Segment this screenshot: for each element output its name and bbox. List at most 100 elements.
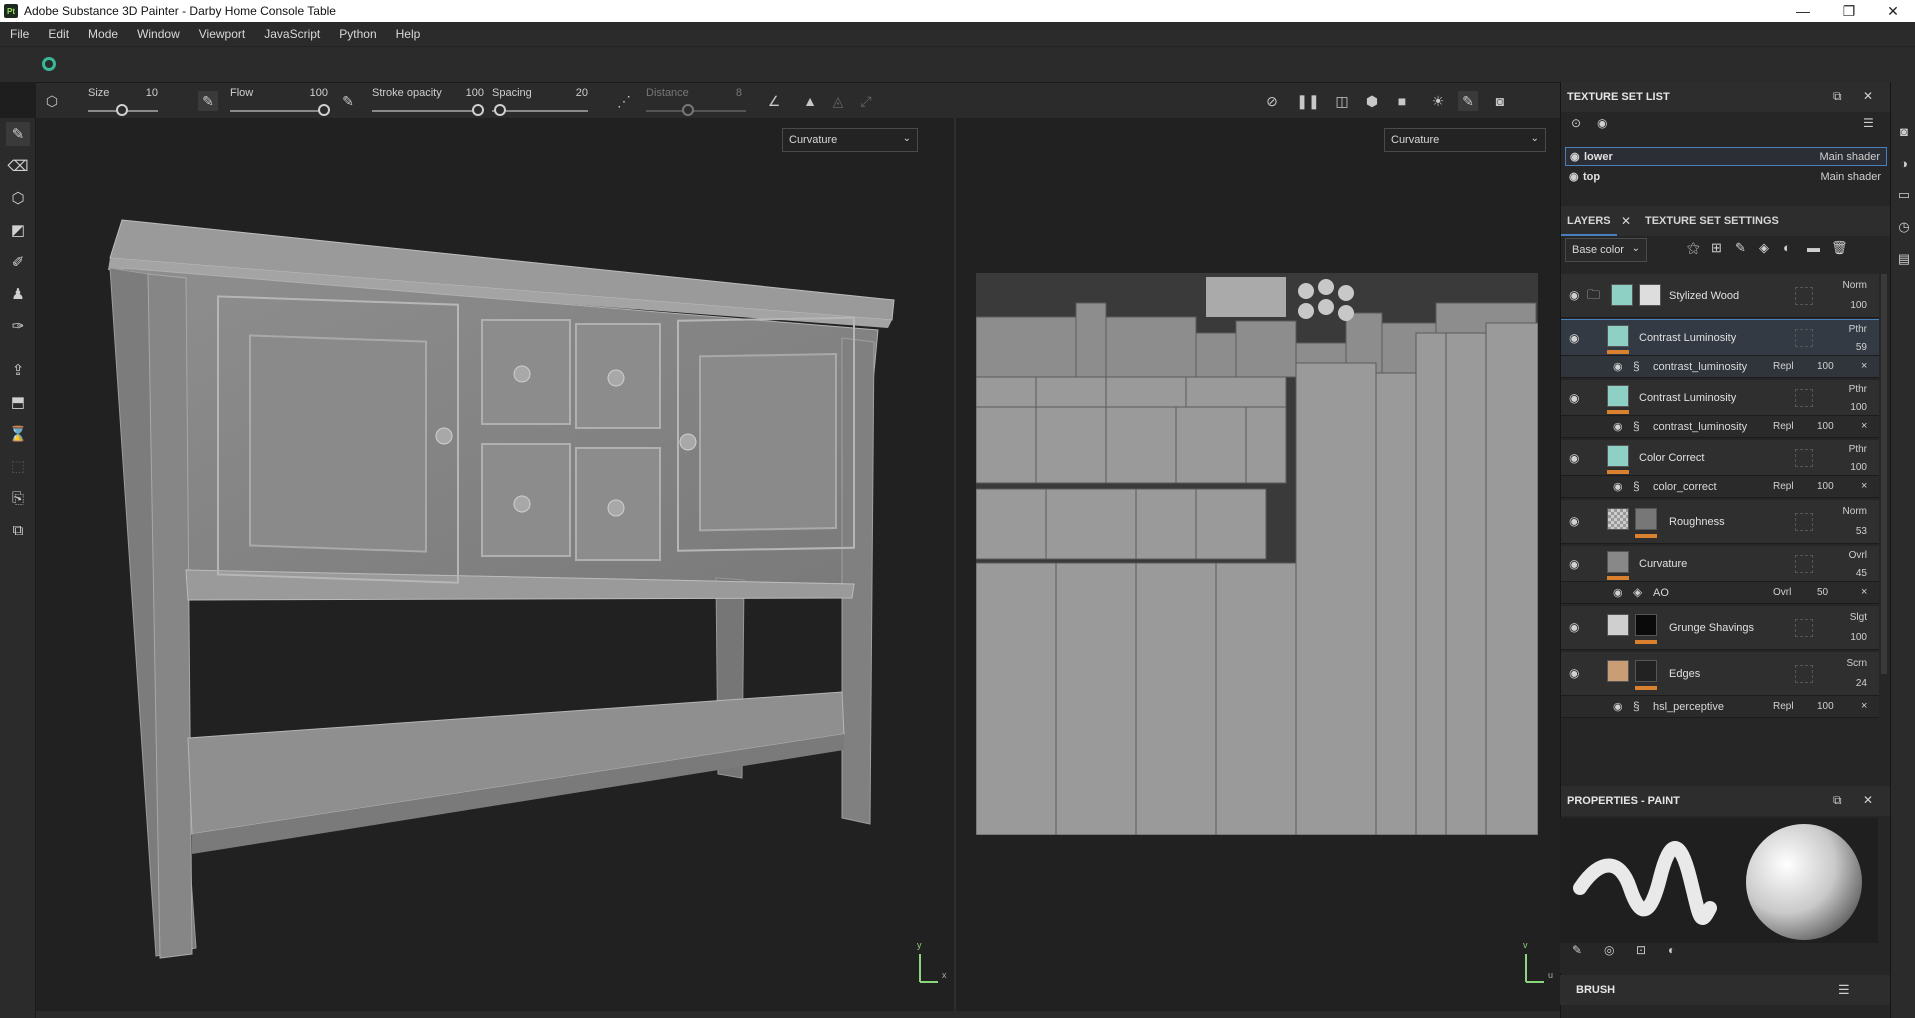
remove-effect-icon[interactable]: × xyxy=(1861,586,1867,598)
remove-effect-icon[interactable]: × xyxy=(1861,480,1867,492)
layer-blend[interactable]: Pthr xyxy=(1849,444,1867,455)
stroke-pen-icon[interactable]: ✎ xyxy=(338,91,358,111)
layer-blend[interactable]: Ovrl xyxy=(1849,550,1867,561)
add-folder-icon[interactable]: ▬ xyxy=(1807,240,1820,255)
flow-value[interactable]: 100 xyxy=(298,87,328,99)
layer-name[interactable]: Stylized Wood xyxy=(1669,290,1739,302)
tab-texture-set-settings[interactable]: TEXTURE SET SETTINGS xyxy=(1639,206,1785,236)
alpha-icon[interactable]: ◎ xyxy=(1604,943,1614,957)
layer-blend[interactable]: Scrn xyxy=(1846,658,1867,669)
eye-icon[interactable]: ◉ xyxy=(1569,620,1579,634)
measure-icon[interactable]: ⌛ xyxy=(6,422,30,446)
flow-slider[interactable] xyxy=(230,110,322,112)
effect-opacity[interactable]: 100 xyxy=(1817,361,1834,372)
layer-mask-slot[interactable] xyxy=(1795,287,1813,305)
visibility-icon[interactable]: ◉ xyxy=(1597,116,1607,130)
eye-icon[interactable]: ◉ xyxy=(1569,331,1579,345)
texture-set-shader[interactable]: Main shader xyxy=(1819,151,1880,163)
layer-name[interactable]: Grunge Shavings xyxy=(1669,622,1754,634)
library-icon[interactable]: ⧉ xyxy=(6,518,30,542)
effect-opacity[interactable]: 100 xyxy=(1817,481,1834,492)
pen-pressure-icon[interactable]: ✎ xyxy=(198,91,218,111)
brush-section-header[interactable]: BRUSH ☰ xyxy=(1560,975,1890,1005)
eye-icon[interactable]: ◉ xyxy=(1613,700,1623,713)
link-icon[interactable]: ⊙ xyxy=(1571,116,1581,130)
projection-icon[interactable]: ⬡ xyxy=(6,186,30,210)
layer-name[interactable]: Color Correct xyxy=(1639,452,1704,464)
eye-icon[interactable]: ◉ xyxy=(1569,170,1579,183)
lazy-mouse-icon[interactable]: ⋰ xyxy=(614,91,634,111)
layer-name[interactable]: Roughness xyxy=(1669,516,1725,528)
minimize-button[interactable]: — xyxy=(1780,0,1826,22)
float-panel-icon[interactable]: ⧉ xyxy=(1833,89,1842,104)
texture-set-icon[interactable]: ▭ xyxy=(1895,186,1913,204)
layer-name[interactable]: Contrast Luminosity xyxy=(1639,392,1736,404)
effect-opacity[interactable]: 100 xyxy=(1817,421,1834,432)
eye-icon[interactable]: ◉ xyxy=(1613,480,1623,493)
smudge-icon[interactable]: ✐ xyxy=(6,250,30,274)
stroke-opacity-slider[interactable] xyxy=(372,110,482,112)
layer-mask-slot[interactable] xyxy=(1795,389,1813,407)
effect-contrast-luminosity-2[interactable]: ◉ § contrast_luminosity Repl 100 × xyxy=(1561,416,1879,438)
layer-name[interactable]: Contrast Luminosity xyxy=(1639,332,1736,344)
spacing-value[interactable]: 20 xyxy=(558,87,588,99)
pause-icon[interactable]: ❚❚ xyxy=(1296,91,1319,111)
layer-grunge-shavings[interactable]: ◉ Grunge Shavings Slgt 100 xyxy=(1561,606,1879,650)
layer-opacity[interactable]: 45 xyxy=(1856,568,1867,579)
menu-file[interactable]: File xyxy=(10,27,29,41)
layer-curvature[interactable]: ◉ Curvature Ovrl 45 xyxy=(1561,546,1879,582)
paint-mode-icon[interactable]: ✎ xyxy=(1458,91,1478,111)
menu-lines-icon[interactable]: ☰ xyxy=(1863,116,1874,130)
layer-blend[interactable]: Slgt xyxy=(1850,612,1867,623)
stroke-opacity-slider-knob[interactable] xyxy=(472,104,484,116)
bake-icon[interactable]: ⇪ xyxy=(6,358,30,382)
layer-channel-dropdown[interactable]: Base color ⌄ xyxy=(1565,238,1647,262)
layer-name[interactable]: Curvature xyxy=(1639,558,1687,570)
menu-edit[interactable]: Edit xyxy=(48,27,69,41)
menu-window[interactable]: Window xyxy=(137,27,180,41)
effect-blend[interactable]: Repl xyxy=(1773,361,1794,372)
menu-javascript[interactable]: JavaScript xyxy=(264,27,320,41)
layer-opacity[interactable]: 53 xyxy=(1856,526,1867,537)
menu-viewport[interactable]: Viewport xyxy=(199,27,245,41)
maximize-button[interactable]: ❐ xyxy=(1826,0,1872,22)
texture-set-shader[interactable]: Main shader xyxy=(1820,171,1881,183)
remove-effect-icon[interactable]: × xyxy=(1861,420,1867,432)
eye-icon[interactable]: ◉ xyxy=(1569,288,1579,302)
effect-contrast-luminosity-1[interactable]: ◉ § contrast_luminosity Repl 100 × xyxy=(1561,356,1879,378)
viewport-2d[interactable]: Curvature ⌄ v u xyxy=(956,118,1560,1011)
menu-python[interactable]: Python xyxy=(339,27,376,41)
layer-blend[interactable]: Pthr xyxy=(1849,324,1867,335)
eye-icon[interactable]: ◉ xyxy=(1613,586,1623,599)
symmetry-axis-icon[interactable]: ⤢ xyxy=(856,91,876,111)
layer-stylized-wood[interactable]: ◉ 🗀 Stylized Wood Norm 100 xyxy=(1561,274,1879,318)
layer-mask-slot[interactable] xyxy=(1795,665,1813,683)
display-settings-icon[interactable]: ◙ xyxy=(1895,122,1913,140)
effect-blend[interactable]: Ovrl xyxy=(1773,587,1791,598)
size-value[interactable]: 10 xyxy=(128,87,158,99)
flow-slider-knob[interactable] xyxy=(318,104,330,116)
brush-settings-icon[interactable]: ✎ xyxy=(1572,943,1582,957)
layer-roughness[interactable]: ◉ Roughness Norm 53 xyxy=(1561,500,1879,544)
paint-brush-icon[interactable]: ✎ xyxy=(6,122,30,146)
layer-opacity[interactable]: 100 xyxy=(1850,402,1867,413)
add-fill-layer-icon[interactable]: ◈ xyxy=(1759,240,1769,256)
remove-effect-icon[interactable]: × xyxy=(1861,360,1867,372)
layer-contrast-luminosity-1[interactable]: ◉ Contrast Luminosity Pthr 59 xyxy=(1561,319,1879,357)
layer-color-correct[interactable]: ◉ Color Correct Pthr 100 xyxy=(1561,440,1879,476)
color-picker-icon[interactable]: ✑ xyxy=(6,314,30,338)
add-mask-icon[interactable]: ◐ xyxy=(1783,240,1791,255)
texture-set-lower[interactable]: ◉ lower Main shader xyxy=(1565,147,1887,166)
stroke-opacity-value[interactable]: 100 xyxy=(454,87,484,99)
hide-overlay-icon[interactable]: ⊘ xyxy=(1262,91,1282,111)
texture-set-top[interactable]: ◉ top Main shader xyxy=(1565,168,1887,187)
eye-icon[interactable]: ◉ xyxy=(1569,451,1579,465)
layer-stack[interactable]: ◉ 🗀 Stylized Wood Norm 100 ◉ Contrast Lu… xyxy=(1561,274,1879,872)
clone-stamp-icon[interactable]: ♟ xyxy=(6,282,30,306)
add-effect-icon[interactable]: ⊞ xyxy=(1711,240,1722,256)
tab-layers[interactable]: LAYERS xyxy=(1561,206,1617,236)
layer-blend[interactable]: Norm xyxy=(1843,280,1867,291)
close-button[interactable]: ✕ xyxy=(1870,0,1915,22)
screenshot-icon[interactable]: ◙ xyxy=(1490,91,1510,111)
effect-blend[interactable]: Repl xyxy=(1773,701,1794,712)
